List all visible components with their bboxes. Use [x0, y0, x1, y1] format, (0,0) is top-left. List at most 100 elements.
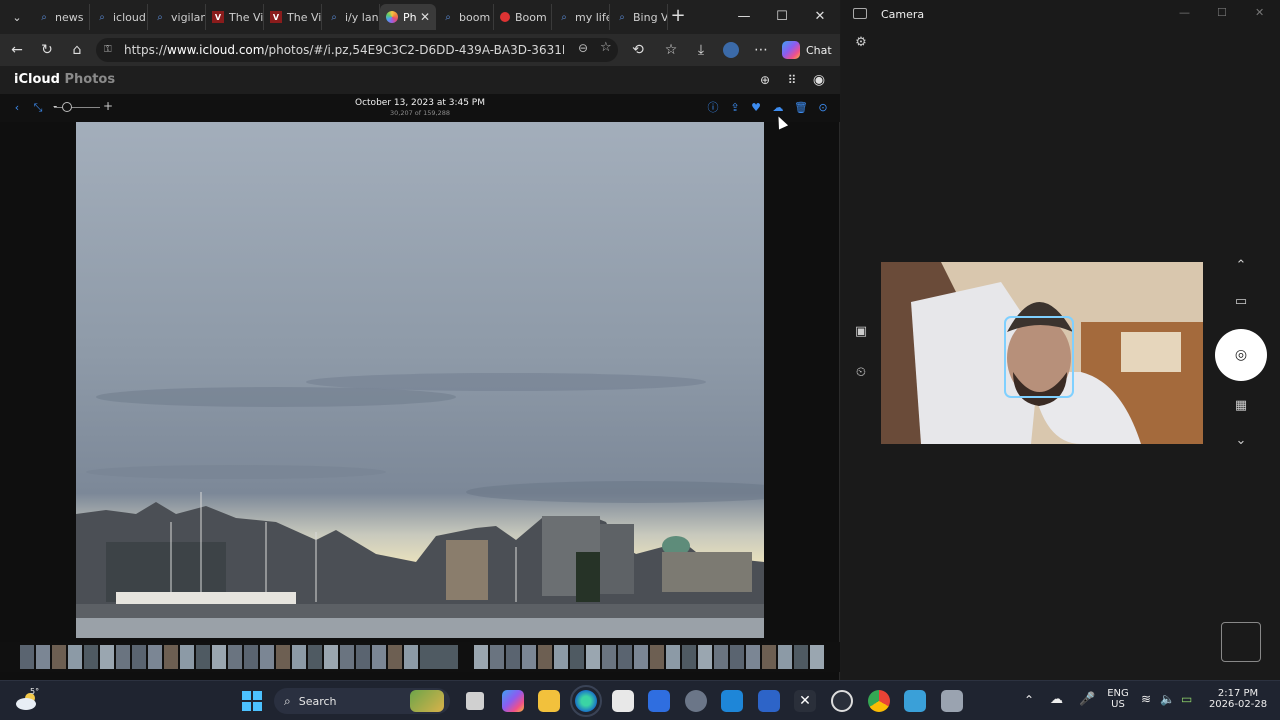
filmstrip-thumbnail[interactable] — [388, 645, 402, 669]
filmstrip-thumbnail[interactable] — [116, 645, 130, 669]
browser-tab[interactable]: Boom — [494, 4, 552, 30]
filmstrip-thumbnail[interactable] — [52, 645, 66, 669]
downloads-icon[interactable]: ⤓ — [691, 40, 711, 60]
filmstrip-thumbnail[interactable] — [68, 645, 82, 669]
refresh-button[interactable]: ↻ — [37, 40, 57, 60]
filmstrip-thumbnail[interactable] — [762, 645, 776, 669]
filmstrip-thumbnail[interactable] — [404, 645, 418, 669]
edge-browser-icon[interactable] — [570, 685, 602, 717]
filmstrip-thumbnail[interactable] — [148, 645, 162, 669]
browser-tab[interactable]: ⌕ my life — [552, 4, 610, 30]
close-window-button[interactable]: ✕ — [808, 6, 832, 28]
qr-scan-icon[interactable]: ▦ — [1231, 396, 1251, 416]
icloud-brand[interactable]: iCloud Photos — [14, 72, 115, 87]
blue-app-icon[interactable] — [648, 690, 670, 712]
profile-avatar-icon[interactable] — [721, 40, 741, 60]
add-icon[interactable]: ⊕ — [756, 71, 774, 89]
filmstrip-thumbnail[interactable] — [292, 645, 306, 669]
show-hidden-icons-chevron[interactable]: ⌃ — [1024, 693, 1034, 707]
back-to-library-icon[interactable]: ‹ — [9, 100, 25, 116]
file-explorer-icon[interactable] — [538, 690, 560, 712]
filmstrip-thumbnail[interactable] — [810, 645, 824, 669]
filmstrip-thumbnail[interactable] — [586, 645, 600, 669]
filmstrip[interactable] — [0, 642, 840, 672]
filmstrip-thumbnail[interactable] — [180, 645, 194, 669]
filmstrip-thumbnail[interactable] — [20, 645, 34, 669]
filmstrip-thumbnail[interactable] — [260, 645, 274, 669]
take-photo-button[interactable]: ◎ — [1215, 329, 1267, 381]
zoom-icon[interactable]: ⊖ — [578, 41, 588, 55]
clock[interactable]: 2:17 PM 2026-02-28 — [1206, 688, 1270, 710]
photos-app-icon[interactable] — [721, 690, 743, 712]
filmstrip-thumbnail[interactable] — [244, 645, 258, 669]
browser-tab[interactable]: V The Vi — [264, 4, 322, 30]
close-tab-icon[interactable]: ✕ — [420, 10, 430, 24]
browser-tab[interactable]: ⌕ Bing V — [610, 4, 668, 30]
filmstrip-thumbnail[interactable] — [356, 645, 370, 669]
zoom-slider-track[interactable] — [54, 107, 100, 108]
start-button[interactable] — [242, 691, 262, 711]
camera-close-button[interactable]: ✕ — [1255, 6, 1264, 19]
fit-to-screen-icon[interactable]: ⤡ — [30, 100, 46, 116]
filmstrip-thumbnail[interactable] — [730, 645, 744, 669]
share-icon[interactable]: ⇪ — [727, 100, 743, 116]
filmstrip-thumbnail[interactable] — [602, 645, 616, 669]
filmstrip-thumbnail[interactable] — [308, 645, 322, 669]
filmstrip-thumbnail[interactable] — [634, 645, 648, 669]
hdr-toggle-icon[interactable]: ▣ — [851, 322, 871, 342]
filmstrip-thumbnail[interactable] — [84, 645, 98, 669]
filmstrip-thumbnail[interactable] — [650, 645, 664, 669]
filmstrip-thumbnail[interactable] — [276, 645, 290, 669]
site-info-icon[interactable]: ⚿ — [104, 44, 116, 56]
filmstrip-thumbnail[interactable] — [746, 645, 760, 669]
filmstrip-thumbnail[interactable] — [490, 645, 504, 669]
download-cloud-icon[interactable]: ☁ — [770, 100, 786, 116]
maximize-button[interactable]: ☐ — [770, 6, 794, 28]
chevron-down-icon[interactable]: ⌄ — [1231, 431, 1251, 451]
microsoft-store-icon[interactable] — [612, 690, 634, 712]
copilot-app-icon[interactable] — [502, 690, 524, 712]
volume-icon[interactable]: 🔈 — [1160, 692, 1175, 706]
browser-tab[interactable]: ⌕ boom — [436, 4, 494, 30]
image-editor-icon[interactable] — [904, 690, 926, 712]
camera-taskbar-icon[interactable] — [941, 690, 963, 712]
filmstrip-thumbnail[interactable] — [538, 645, 552, 669]
filmstrip-thumbnail[interactable] — [212, 645, 226, 669]
filmstrip-thumbnail[interactable] — [196, 645, 210, 669]
filmstrip-thumbnail[interactable] — [570, 645, 584, 669]
filmstrip-thumbnail[interactable] — [666, 645, 680, 669]
zoom-out-icon[interactable]: - — [53, 99, 57, 113]
filmstrip-thumbnail[interactable] — [682, 645, 696, 669]
chrome-browser-icon[interactable] — [868, 690, 890, 712]
filmstrip-thumbnail[interactable] — [324, 645, 338, 669]
browser-tab[interactable]: V The Vi — [206, 4, 264, 30]
filmstrip-thumbnail[interactable] — [618, 645, 632, 669]
browser-tab[interactable]: ⌕ i/y lan — [322, 4, 380, 30]
browser-tab[interactable]: ⌕ news — [32, 4, 90, 30]
taskbar-search[interactable]: ⌕ Search — [274, 688, 450, 714]
filmstrip-thumbnail[interactable] — [714, 645, 728, 669]
clock-app-icon[interactable] — [831, 690, 853, 712]
dev-app-icon[interactable] — [758, 690, 780, 712]
microphone-icon[interactable]: 🎤 — [1079, 692, 1095, 707]
tab-actions-menu-button[interactable]: ⌄ — [6, 6, 28, 28]
filmstrip-thumbnail[interactable] — [132, 645, 146, 669]
address-bar[interactable]: ⚿ https://www.icloud.com/photos/#/i.pz,5… — [96, 38, 618, 62]
apps-grid-icon[interactable]: ⠿ — [783, 71, 801, 89]
camera-minimize-button[interactable]: — — [1179, 6, 1190, 19]
filmstrip-thumbnail[interactable] — [474, 645, 488, 669]
filmstrip-thumbnail[interactable] — [522, 645, 536, 669]
camera-settings-icon[interactable]: ⚙ — [851, 33, 871, 53]
favorites-icon[interactable]: ☆ — [661, 40, 681, 60]
favorite-star-icon[interactable]: ☆ — [600, 40, 612, 55]
timer-off-icon[interactable]: ⏲ — [851, 363, 871, 383]
copilot-chat-button[interactable]: Chat — [782, 40, 832, 60]
more-options-icon[interactable]: ⊙ — [815, 100, 831, 116]
back-button[interactable]: ← — [7, 40, 27, 60]
filmstrip-thumbnail[interactable] — [372, 645, 386, 669]
new-tab-button[interactable]: + — [668, 6, 688, 26]
minimize-button[interactable]: — — [732, 6, 756, 28]
language-indicator[interactable]: ENG US — [1103, 688, 1133, 710]
zoom-slider-knob[interactable] — [62, 102, 72, 112]
camera-maximize-button[interactable]: ☐ — [1217, 6, 1227, 19]
